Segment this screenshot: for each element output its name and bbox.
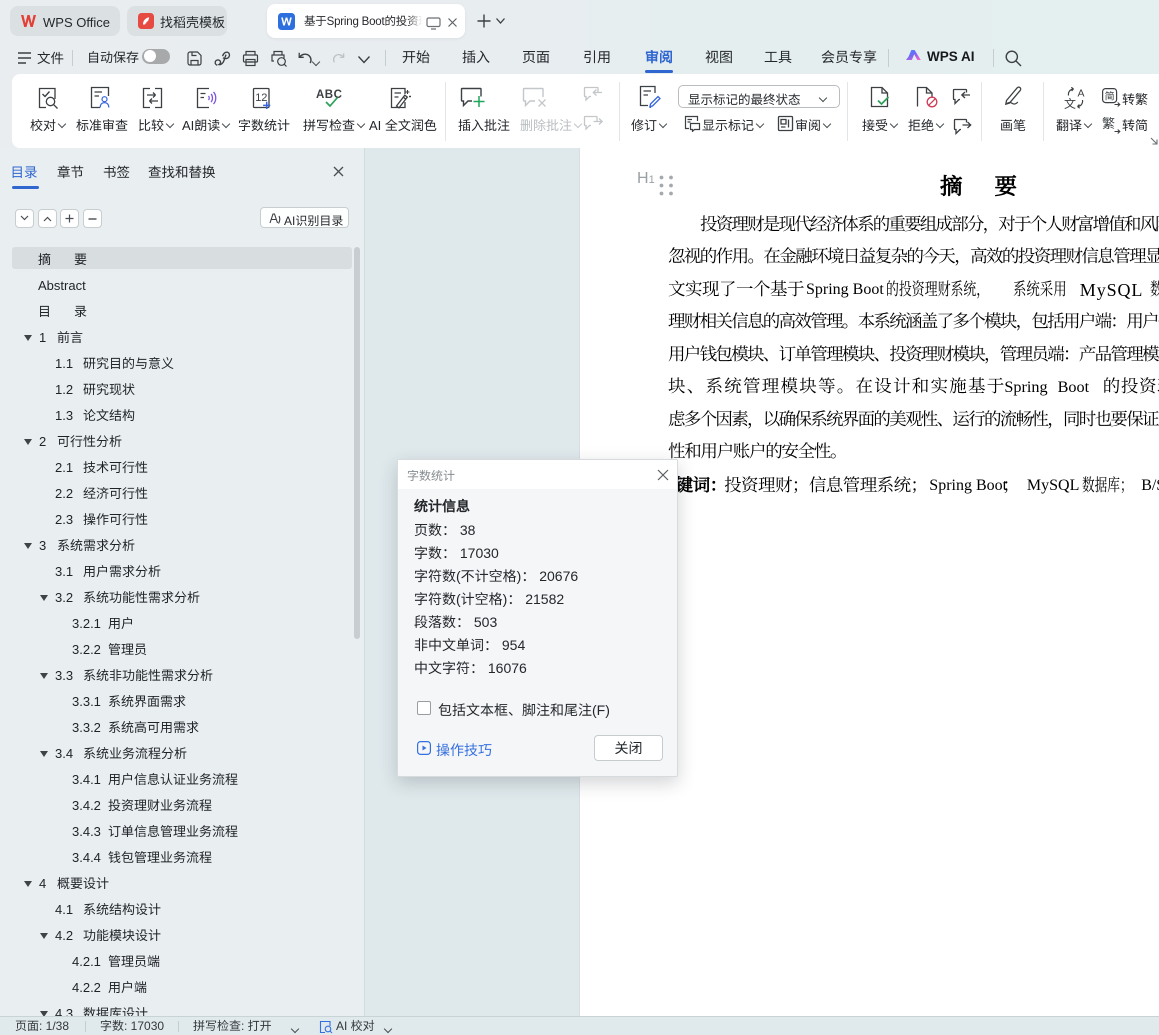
svg-text:ABC: ABC <box>316 89 342 101</box>
svg-text:简: 简 <box>1105 88 1115 103</box>
svg-text:文: 文 <box>1064 95 1076 109</box>
svg-text:A: A <box>1078 88 1085 100</box>
svg-text:12: 12 <box>255 92 267 104</box>
svg-text:繁: 繁 <box>1102 115 1115 132</box>
